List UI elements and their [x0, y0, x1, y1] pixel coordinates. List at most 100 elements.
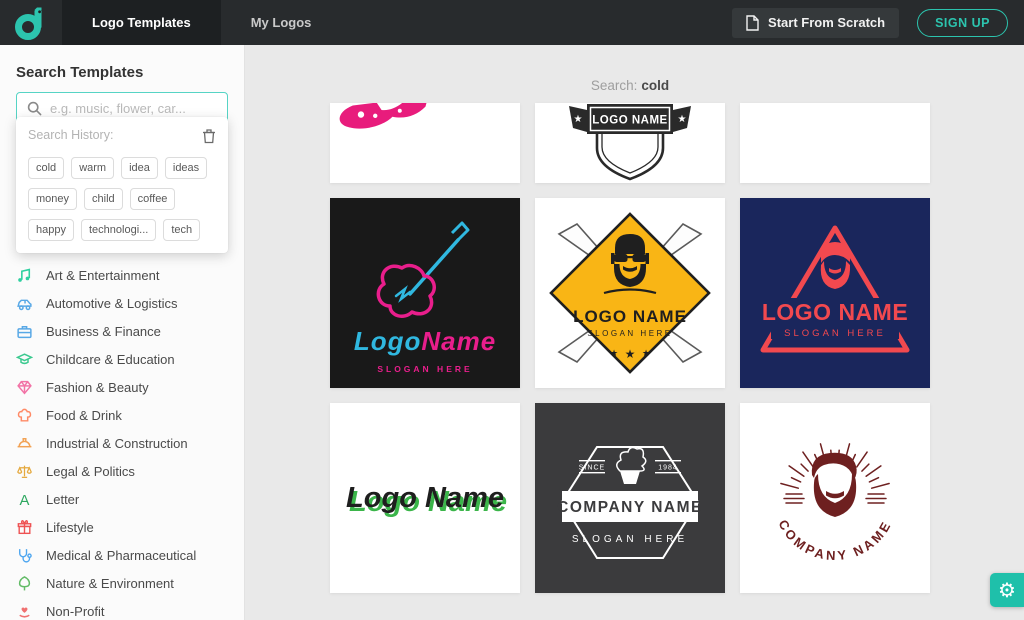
search-term: cold — [641, 78, 669, 93]
tab-logo-templates[interactable]: Logo Templates — [62, 0, 221, 45]
shield-badge-logo: ★ ★ LOGO NAME — [535, 103, 725, 183]
trash-icon[interactable] — [202, 128, 216, 144]
logo-name-text: Logo Name — [346, 482, 504, 515]
category-medical-pharmaceutical[interactable]: Medical & Pharmaceutical — [0, 541, 244, 569]
neon-guitar-icon — [330, 208, 520, 328]
scales-icon — [16, 463, 33, 480]
history-tag[interactable]: warm — [71, 157, 114, 179]
history-tag[interactable]: ideas — [165, 157, 207, 179]
history-tag[interactable]: coffee — [130, 188, 176, 210]
search-input[interactable] — [50, 101, 217, 116]
search-prefix: Search: — [591, 78, 638, 93]
category-art-entertainment[interactable]: Art & Entertainment — [0, 261, 244, 289]
history-tag[interactable]: technologi... — [81, 219, 156, 241]
template-card-green-script[interactable]: Logo Name — [330, 403, 520, 593]
top-navbar: Logo Templates My Logos Start From Scrat… — [0, 0, 1024, 45]
tab-my-logos[interactable]: My Logos — [221, 0, 342, 45]
category-letter[interactable]: A Letter — [0, 485, 244, 513]
sign-up-button[interactable]: SIGN UP — [917, 9, 1008, 37]
stethoscope-icon — [16, 547, 33, 564]
category-nature-environment[interactable]: Nature & Environment — [0, 569, 244, 597]
template-card-neon-guitar[interactable]: LogoName SLOGAN HERE — [330, 198, 520, 388]
settings-fab[interactable]: ⚙ — [990, 573, 1024, 607]
svg-text:A: A — [20, 492, 30, 507]
logo-name-text: LOGO NAME — [762, 299, 908, 325]
tree-icon — [16, 575, 33, 592]
category-label: Legal & Politics — [46, 464, 135, 479]
template-card-yellow-diamond[interactable]: LOGO NAME SLOGAN HERE ★ ★ ★ — [535, 198, 725, 388]
car-icon — [16, 295, 33, 312]
hard-hat-icon — [16, 435, 33, 452]
sidebar: Search Templates Search History: cold wa… — [0, 45, 245, 620]
category-label: Nature & Environment — [46, 576, 174, 591]
heart-hand-icon — [16, 603, 33, 620]
logo-name-text: LOGO NAME — [573, 307, 687, 326]
search-history-panel: Search History: cold warm idea ideas mon… — [16, 117, 228, 253]
category-label: Business & Finance — [46, 324, 161, 339]
history-tag[interactable]: cold — [28, 157, 64, 179]
template-card-barber[interactable]: COMPANY NAME — [740, 403, 930, 593]
navbar-actions: Start From Scratch SIGN UP — [732, 8, 1024, 38]
category-automotive-logistics[interactable]: Automotive & Logistics — [0, 289, 244, 317]
category-non-profit[interactable]: Non-Profit — [0, 597, 244, 620]
start-from-scratch-button[interactable]: Start From Scratch — [732, 8, 899, 38]
yellow-diamond-logo: LOGO NAME SLOGAN HERE ★ ★ ★ — [535, 198, 725, 388]
chef-hat-icon — [16, 407, 33, 424]
slogan-text: SLOGAN HERE — [330, 364, 520, 374]
category-business-finance[interactable]: Business & Finance — [0, 317, 244, 345]
briefcase-icon — [16, 323, 33, 340]
slogan-text: SLOGAN HERE — [587, 329, 672, 338]
gem-icon — [16, 379, 33, 396]
category-lifestyle[interactable]: Lifestyle — [0, 513, 244, 541]
history-tag[interactable]: money — [28, 188, 77, 210]
star-icon: ★ — [678, 114, 687, 125]
star-icon: ★ — [574, 114, 583, 125]
document-icon — [746, 15, 759, 31]
category-industrial-construction[interactable]: Industrial & Construction — [0, 429, 244, 457]
search-history-tags: cold warm idea ideas money child coffee … — [28, 157, 216, 241]
category-food-drink[interactable]: Food & Drink — [0, 401, 244, 429]
designevo-logo-icon — [14, 5, 48, 41]
logo-name-text: LogoName — [330, 326, 520, 357]
start-from-scratch-label: Start From Scratch — [768, 15, 885, 30]
year-text: 1984 — [658, 465, 678, 472]
category-childcare-education[interactable]: Childcare & Education — [0, 345, 244, 373]
category-label: Medical & Pharmaceutical — [46, 548, 196, 563]
since-text: SINCE — [579, 465, 605, 472]
template-card-pink-abstract[interactable] — [330, 103, 520, 183]
category-label: Letter — [46, 492, 79, 507]
category-label: Food & Drink — [46, 408, 122, 423]
app-logo[interactable] — [0, 0, 62, 45]
main-content: Search:cold ★ ★ LOGO NAME — [245, 45, 1024, 620]
history-tag[interactable]: idea — [121, 157, 158, 179]
category-label: Lifestyle — [46, 520, 94, 535]
gear-icon: ⚙ — [998, 578, 1016, 603]
letter-a-icon: A — [16, 491, 33, 508]
category-fashion-beauty[interactable]: Fashion & Beauty — [0, 373, 244, 401]
template-card-red-triangle[interactable]: LOGO NAME SLOGAN HERE — [740, 198, 930, 388]
history-tag[interactable]: tech — [163, 219, 200, 241]
category-label: Art & Entertainment — [46, 268, 159, 283]
search-icon — [27, 101, 42, 116]
category-label: Fashion & Beauty — [46, 380, 149, 395]
history-tag[interactable]: child — [84, 188, 123, 210]
category-legal-politics[interactable]: Legal & Politics — [0, 457, 244, 485]
category-label: Childcare & Education — [46, 352, 175, 367]
star-icon: ★ — [625, 347, 636, 361]
company-name-text: COMPANY NAME — [557, 499, 703, 516]
template-card-blank[interactable] — [740, 103, 930, 183]
history-tag[interactable]: happy — [28, 219, 74, 241]
template-card-shield-badge[interactable]: ★ ★ LOGO NAME — [535, 103, 725, 183]
graduation-icon — [16, 351, 33, 368]
tab-label: My Logos — [251, 15, 312, 30]
barber-logo: COMPANY NAME — [740, 403, 930, 593]
search-result-label: Search:cold — [330, 78, 930, 93]
tab-label: Logo Templates — [92, 15, 191, 30]
search-templates-title: Search Templates — [16, 64, 228, 81]
template-card-hexagon-badge[interactable]: SINCE 1984 COMPANY NAME SLOGAN HERE — [535, 403, 725, 593]
company-name-curved-text: COMPANY NAME — [775, 517, 894, 563]
star-icon: ★ — [610, 348, 618, 358]
template-grid: ★ ★ LOGO NAME LogoName SLOGAN HERE — [330, 103, 930, 620]
category-label: Automotive & Logistics — [46, 296, 178, 311]
pink-abstract-logo — [330, 103, 520, 183]
